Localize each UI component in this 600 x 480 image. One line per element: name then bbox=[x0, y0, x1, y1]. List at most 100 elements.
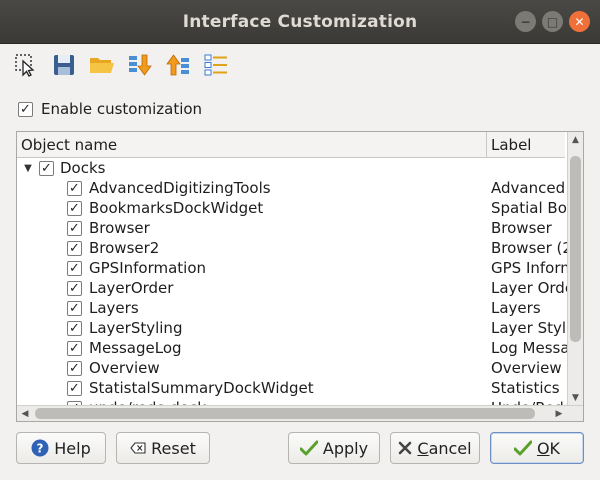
object-name-cell: ✓ BookmarksDockWidget bbox=[17, 199, 491, 217]
item-checkbox[interactable]: ✓ bbox=[67, 280, 82, 296]
object-name-cell: ✓ StatistalSummaryDockWidget bbox=[17, 379, 491, 397]
list-icon bbox=[204, 54, 227, 76]
vertical-scroll-thumb[interactable] bbox=[570, 156, 581, 342]
object-label-cell: Layer Styling bbox=[491, 319, 567, 337]
object-name-cell: ✓ Layers bbox=[17, 299, 491, 317]
dialog-buttons: ? Help Reset Apply Cancel OK bbox=[16, 432, 584, 466]
object-name-cell: ✓ Overview bbox=[17, 359, 491, 377]
apply-label: Apply bbox=[322, 438, 369, 458]
object-name-cell: ✓ AdvancedDigitizingTools bbox=[17, 179, 491, 197]
object-name: BookmarksDockWidget bbox=[89, 199, 264, 217]
item-checkbox[interactable]: ✓ bbox=[67, 340, 82, 356]
reset-icon bbox=[130, 442, 146, 454]
save-button[interactable] bbox=[50, 51, 78, 79]
object-label-cell: Layer Order bbox=[491, 279, 567, 297]
tree-row[interactable]: ✓ LayerStyling Layer Styling bbox=[17, 318, 567, 338]
apply-button[interactable]: Apply bbox=[288, 432, 380, 464]
expand-arrow-icon[interactable]: ▼ bbox=[19, 163, 37, 174]
item-checkbox[interactable]: ✓ bbox=[67, 380, 82, 396]
reset-label: Reset bbox=[151, 438, 196, 458]
cancel-icon bbox=[399, 441, 412, 455]
object-name-cell: ✓ GPSInformation bbox=[17, 259, 491, 277]
tree-row[interactable]: ✓ Layers Layers bbox=[17, 298, 567, 318]
help-label: Help bbox=[54, 438, 91, 458]
cancel-button[interactable]: Cancel bbox=[390, 432, 480, 464]
item-checkbox[interactable]: ✓ bbox=[67, 220, 82, 236]
vertical-scrollbar[interactable]: ▲ ▼ bbox=[567, 132, 583, 406]
svg-text:?: ? bbox=[37, 442, 44, 456]
enable-customization-checkbox[interactable]: ✓ bbox=[18, 101, 33, 117]
load-button[interactable] bbox=[126, 51, 154, 79]
export-button[interactable] bbox=[164, 51, 192, 79]
load-icon bbox=[129, 54, 152, 76]
checklist-button[interactable] bbox=[202, 51, 230, 79]
group-name: Docks bbox=[60, 159, 106, 177]
item-checkbox[interactable]: ✓ bbox=[67, 200, 82, 216]
horizontal-scrollbar[interactable]: ◀ ▶ bbox=[17, 405, 583, 421]
maximize-button[interactable]: □ bbox=[542, 11, 563, 32]
tree-row[interactable]: ✓ Browser Browser bbox=[17, 218, 567, 238]
scroll-down-icon[interactable]: ▼ bbox=[568, 390, 583, 406]
object-name: StatistalSummaryDockWidget bbox=[89, 379, 314, 397]
maximize-icon: □ bbox=[546, 14, 559, 29]
window-title: Interface Customization bbox=[182, 11, 418, 32]
item-checkbox[interactable]: ✓ bbox=[67, 300, 82, 316]
minimize-icon: − bbox=[520, 14, 531, 29]
group-name-cell: ▼ ✓ Docks bbox=[17, 159, 491, 177]
reset-button[interactable]: Reset bbox=[116, 432, 210, 464]
toolbar bbox=[12, 48, 230, 82]
tree-row[interactable]: ✓ Overview Overview bbox=[17, 358, 567, 378]
cancel-label: Cancel bbox=[417, 438, 472, 458]
ok-button[interactable]: OK bbox=[490, 432, 584, 464]
object-tree[interactable]: Object name Label ▼ ✓ Docks ✓ AdvancedDig… bbox=[16, 131, 584, 422]
object-name: Browser bbox=[89, 219, 150, 237]
help-button[interactable]: ? Help bbox=[16, 432, 106, 464]
scroll-right-icon[interactable]: ▶ bbox=[551, 406, 567, 421]
scroll-up-icon[interactable]: ▲ bbox=[568, 132, 583, 148]
enable-customization-row[interactable]: ✓ Enable customization bbox=[18, 100, 202, 118]
tree-row[interactable]: ✓ MessageLog Log Messages bbox=[17, 338, 567, 358]
group-checkbox[interactable]: ✓ bbox=[39, 160, 54, 176]
tree-row[interactable]: ✓ AdvancedDigitizingTools Advanced Digitiz… bbox=[17, 178, 567, 198]
enable-customization-label: Enable customization bbox=[41, 100, 203, 118]
close-button[interactable]: ✕ bbox=[569, 11, 590, 32]
ok-label: OK bbox=[536, 438, 561, 458]
item-checkbox[interactable]: ✓ bbox=[67, 240, 82, 256]
object-name: LayerOrder bbox=[89, 279, 174, 297]
item-checkbox[interactable]: ✓ bbox=[67, 180, 82, 196]
tree-row[interactable]: ✓ LayerOrder Layer Order bbox=[17, 278, 567, 298]
minimize-button[interactable]: − bbox=[515, 11, 536, 32]
object-name: AdvancedDigitizingTools bbox=[89, 179, 271, 197]
object-name: GPSInformation bbox=[89, 259, 207, 277]
object-name: LayerStyling bbox=[89, 319, 183, 337]
object-name: MessageLog bbox=[89, 339, 182, 357]
scroll-left-icon[interactable]: ◀ bbox=[17, 406, 33, 421]
object-name-cell: ✓ LayerOrder bbox=[17, 279, 491, 297]
object-label-cell: Browser (2) bbox=[491, 239, 567, 257]
object-label-cell: Overview bbox=[491, 359, 562, 377]
object-name: Overview bbox=[89, 359, 160, 377]
window-controls: − □ ✕ bbox=[515, 11, 590, 32]
horizontal-scroll-thumb[interactable] bbox=[35, 408, 535, 419]
tree-row[interactable]: ✓ GPSInformation GPS Information bbox=[17, 258, 567, 278]
tree-row[interactable]: ✓ Browser2 Browser (2) bbox=[17, 238, 567, 258]
tree-row[interactable]: ✓ StatistalSummaryDockWidget Statistics bbox=[17, 378, 567, 398]
save-icon bbox=[54, 55, 74, 75]
open-button[interactable] bbox=[88, 51, 116, 79]
tree-row[interactable]: ✓ BookmarksDockWidget Spatial Bookmarks bbox=[17, 198, 567, 218]
check-icon bbox=[299, 440, 318, 456]
item-checkbox[interactable]: ✓ bbox=[67, 260, 82, 276]
column-header-object-name[interactable]: Object name bbox=[17, 132, 487, 158]
tree-group-row[interactable]: ▼ ✓ Docks bbox=[17, 158, 567, 178]
object-label-cell: Log Messages bbox=[491, 339, 567, 357]
object-label-cell: GPS Information bbox=[491, 259, 567, 277]
column-header-label[interactable]: Label bbox=[487, 132, 565, 158]
item-checkbox[interactable]: ✓ bbox=[67, 360, 82, 376]
select-widget-button[interactable] bbox=[12, 51, 40, 79]
close-icon: ✕ bbox=[574, 14, 585, 29]
object-name: Browser2 bbox=[89, 239, 160, 257]
item-checkbox[interactable]: ✓ bbox=[67, 320, 82, 336]
title-bar: Interface Customization − □ ✕ bbox=[0, 0, 600, 44]
object-name-cell: ✓ Browser bbox=[17, 219, 491, 237]
object-name-cell: ✓ MessageLog bbox=[17, 339, 491, 357]
